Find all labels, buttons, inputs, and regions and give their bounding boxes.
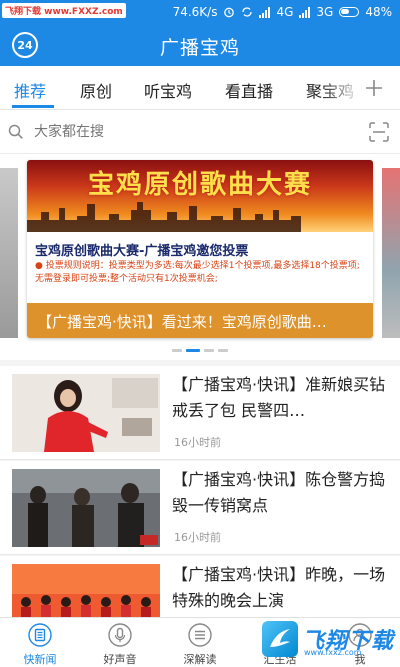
news-thumbnail <box>12 374 160 452</box>
signal-icon-2 <box>299 6 311 18</box>
news-title: 【广播宝鸡·快讯】陈仓警方捣毁一传销窝点 <box>172 470 386 515</box>
sync-icon <box>242 7 253 17</box>
search-icon <box>8 124 23 139</box>
news-time: 16小时前 <box>174 436 221 449</box>
banner-image: 宝鸡原创歌曲大赛 <box>27 160 373 232</box>
news-item[interactable]: 【广播宝鸡·快讯】陈仓警方捣毁一传销窝点 16小时前 <box>0 461 400 555</box>
status-indicators: 74.6K/s 4G 3G 48% <box>173 0 392 24</box>
carousel-dot <box>218 349 228 352</box>
alarm-icon <box>224 7 235 18</box>
search-bar <box>0 110 400 154</box>
active-tab-indicator <box>12 105 54 108</box>
nav-label: 快新闻 <box>23 653 57 666</box>
news-title: 【广播宝鸡·快讯】昨晚，一场特殊的晚会上演 <box>172 565 386 610</box>
plus-icon <box>366 80 382 96</box>
nav-label: 好声音 <box>103 653 137 666</box>
tab-listen[interactable]: 听宝鸡 <box>144 78 192 102</box>
nav-quick-news[interactable]: 快新闻 <box>0 618 80 667</box>
news-icon <box>28 623 52 647</box>
microphone-icon <box>108 623 132 647</box>
app-screen: 飞翔下载 www.FXXZ.com 74.6K/s 4G 3G 48% 24 广… <box>0 0 400 667</box>
stamp-url: www.fxxz.com <box>304 648 362 657</box>
tab-live[interactable]: 看直播 <box>225 78 273 102</box>
signal-icon <box>259 6 271 18</box>
previous-banner-peek[interactable] <box>0 168 18 338</box>
search-input[interactable] <box>34 122 334 142</box>
battery-percent: 48% <box>365 5 392 19</box>
police-raid-photo <box>12 469 160 547</box>
news-time: 16小时前 <box>174 531 221 544</box>
category-tabs: 推荐 原创 听宝鸡 看直播 聚宝鸡 <box>0 66 400 110</box>
battery-icon <box>339 7 360 17</box>
carousel-dot <box>204 349 214 352</box>
stamp-logo-icon <box>262 621 298 657</box>
nav-label: 深解读 <box>183 653 217 666</box>
news-item[interactable]: 【广播宝鸡·快讯】准新娘买钻戒丢了包 民警四… 16小时前 <box>0 366 400 460</box>
network-type-3g: 3G <box>316 5 334 19</box>
tab-recommend[interactable]: 推荐 <box>14 78 46 102</box>
city-skyline-graphic <box>27 202 301 232</box>
news-title: 【广播宝鸡·快讯】准新娘买钻戒丢了包 民警四… <box>172 375 386 420</box>
list-icon <box>188 623 212 647</box>
woman-in-red-photo <box>12 374 160 452</box>
nav-good-voice[interactable]: 好声音 <box>80 618 160 667</box>
banner-carousel[interactable]: 宝鸡原创歌曲大赛 宝鸡原创歌曲大赛-广播宝鸡邀您投票 ● 投票规则说明：投票类型… <box>0 154 400 360</box>
carousel-dot-active <box>186 349 200 352</box>
carousel-indicator <box>0 349 400 353</box>
network-speed: 74.6K/s <box>172 5 218 19</box>
watermark-badge: 飞翔下载 www.FXXZ.com <box>2 3 126 18</box>
banner-description: ● 投票规则说明：投票类型为多选:每次最少选择1个投票项,最多选择18个投票项;… <box>35 261 360 284</box>
status-bar: 飞翔下载 www.FXXZ.com 74.6K/s 4G 3G 48% <box>0 0 400 24</box>
add-channel-button[interactable] <box>354 66 394 109</box>
banner-caption: 【广播宝鸡·快讯】看过来！宝鸡原创歌曲… <box>27 303 373 338</box>
download-site-stamp: 飞翔下载 www.fxxz.com <box>262 618 396 660</box>
tab-original[interactable]: 原创 <box>80 78 112 102</box>
carousel-dot <box>172 349 182 352</box>
banner-subtitle: 宝鸡原创歌曲大赛-广播宝鸡邀您投票 <box>35 244 249 259</box>
banner-card[interactable]: 宝鸡原创歌曲大赛 宝鸡原创歌曲大赛-广播宝鸡邀您投票 ● 投票规则说明：投票类型… <box>27 160 373 338</box>
scan-icon[interactable] <box>368 121 390 143</box>
page-title: 广播宝鸡 <box>159 37 240 59</box>
banner-headline: 宝鸡原创歌曲大赛 <box>87 170 312 200</box>
news-thumbnail <box>12 469 160 547</box>
next-banner-peek[interactable] <box>382 168 400 338</box>
network-type-4g: 4G <box>276 5 294 19</box>
app-header: 24 广播宝鸡 <box>0 24 400 66</box>
nav-deep-read[interactable]: 深解读 <box>160 618 240 667</box>
